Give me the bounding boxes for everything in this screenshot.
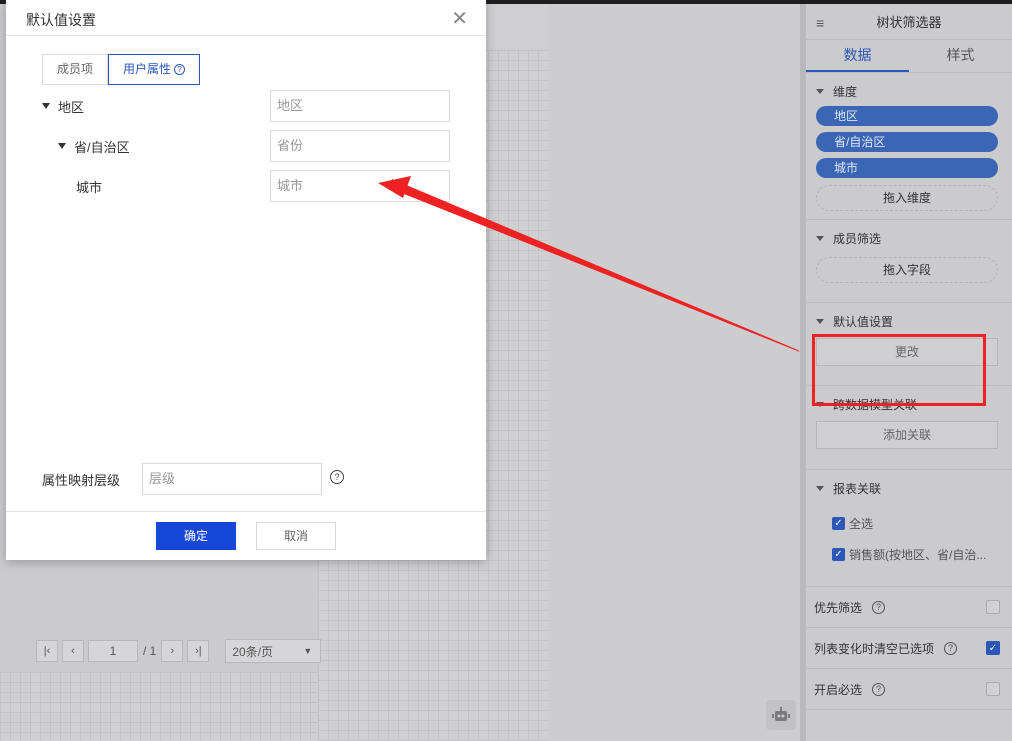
add-link-button[interactable]: 添加关联	[816, 421, 998, 449]
tree-row: 地区 地区	[42, 90, 452, 122]
help-icon[interactable]: ?	[330, 470, 344, 484]
collapse-triangle-icon	[816, 89, 824, 94]
expand-triangle-icon[interactable]	[58, 143, 66, 149]
tree-row: 城市 城市	[42, 170, 452, 202]
cancel-button[interactable]: 取消	[256, 522, 336, 550]
section-default-value-label: 默认值设置	[833, 315, 894, 329]
page-size-select[interactable]: 20条/页 ▼	[225, 639, 322, 663]
annotation-highlight-box	[812, 334, 986, 406]
page-total: / 1	[143, 644, 157, 658]
tab-user-attributes-label: 用户属性	[123, 62, 172, 76]
caret-down-icon: ▼	[303, 646, 313, 656]
section-dimension-label: 维度	[833, 85, 858, 99]
expand-triangle-icon[interactable]	[42, 103, 50, 109]
tree-row: 省/自治区 省份	[42, 130, 452, 162]
dimension-chip[interactable]: 地区	[816, 106, 998, 126]
tree-node[interactable]: 城市	[76, 177, 102, 196]
attribute-input[interactable]: 省份	[270, 130, 450, 162]
report-item[interactable]: ✓ 销售额(按地区、省/自治...	[832, 546, 1004, 563]
tab-data[interactable]: 数据	[806, 40, 909, 72]
help-icon[interactable]: ?	[872, 600, 886, 614]
section-member-filter: 成员筛选 拖入字段	[806, 220, 1012, 303]
canvas-area	[548, 4, 800, 741]
drop-field-zone[interactable]: 拖入字段	[816, 257, 998, 283]
option-clear-on-change: 列表变化时清空已选项 ? ✓	[806, 628, 1012, 669]
report-select-all[interactable]: ✓ 全选	[832, 515, 1004, 532]
level-label: 属性映射层级	[42, 473, 121, 488]
option-priority-filter: 优先筛选 ?	[806, 587, 1012, 628]
checkbox-checked-icon[interactable]: ✓	[832, 517, 845, 530]
panel-header: ≡ 树状筛选器	[806, 4, 1012, 40]
help-icon[interactable]: ?	[174, 64, 186, 76]
panel-title: 树状筛选器	[876, 15, 942, 30]
tab-style[interactable]: 样式	[909, 40, 1012, 72]
robot-icon[interactable]	[766, 700, 796, 730]
last-page-icon[interactable]: ›|	[187, 640, 210, 662]
section-report-link-label: 报表关联	[833, 482, 882, 496]
collapse-triangle-icon	[816, 486, 824, 491]
section-report-link: 报表关联 ✓ 全选 ✓ 销售额(按地区、省/自治...	[806, 470, 1012, 587]
checkbox-unchecked[interactable]	[986, 682, 1000, 696]
tree-node-label: 城市	[76, 179, 103, 195]
section-member-filter-title[interactable]: 成员筛选	[816, 230, 1004, 247]
panel-tabs: 数据 样式	[806, 40, 1012, 73]
page-size-value: 20条/页	[232, 644, 274, 659]
close-icon[interactable]: ✕	[451, 6, 468, 31]
dimension-chip[interactable]: 城市	[816, 158, 998, 178]
collapse-triangle-icon	[816, 319, 824, 324]
drop-dimension-zone[interactable]: 拖入维度	[816, 185, 998, 211]
canvas-grid-bottom	[0, 672, 318, 741]
prev-page-icon[interactable]: ‹	[62, 640, 84, 662]
option-label: 优先筛选	[814, 600, 863, 615]
option-label: 列表变化时清空已选项	[814, 641, 935, 656]
tree-node[interactable]: 地区	[42, 97, 84, 116]
dialog-title: 默认值设置	[26, 12, 96, 28]
level-input[interactable]: 层级	[142, 463, 322, 495]
next-page-icon[interactable]: ›	[161, 640, 184, 662]
report-item-label: 销售额(按地区、省/自治...	[849, 548, 987, 562]
attribute-input[interactable]: 城市	[270, 170, 450, 202]
option-required: 开启必选 ?	[806, 669, 1012, 710]
confirm-button[interactable]: 确定	[156, 522, 236, 550]
checkbox-unchecked[interactable]	[986, 600, 1000, 614]
help-icon[interactable]: ?	[944, 641, 958, 655]
tree-node[interactable]: 省/自治区	[58, 137, 130, 156]
tree-node-label: 省/自治区	[74, 139, 130, 155]
dialog-footer: 确定 取消	[6, 511, 486, 560]
section-dimension-title[interactable]: 维度	[816, 83, 1004, 100]
default-value-dialog: 默认值设置 ✕ 成员项 用户属性? 地区 地区 省/自治区 省份 城市 城市 属…	[6, 0, 486, 560]
section-dimension: 维度 地区 省/自治区 城市 拖入维度	[806, 73, 1012, 220]
checkbox-checked-icon[interactable]: ✓	[832, 548, 845, 561]
collapse-triangle-icon	[816, 236, 824, 241]
page-input[interactable]: 1	[88, 640, 138, 662]
tab-user-attributes[interactable]: 用户属性?	[108, 54, 201, 85]
option-label: 开启必选	[814, 682, 863, 697]
report-select-all-label: 全选	[849, 517, 874, 531]
checkbox-checked[interactable]: ✓	[986, 641, 1000, 655]
tab-member-items[interactable]: 成员项	[42, 54, 109, 85]
help-icon[interactable]: ?	[872, 682, 886, 696]
dimension-chip[interactable]: 省/自治区	[816, 132, 998, 152]
attribute-input[interactable]: 地区	[270, 90, 450, 122]
first-page-icon[interactable]: |‹	[36, 640, 58, 662]
dialog-tabs: 成员项 用户属性?	[42, 54, 201, 85]
section-report-link-title[interactable]: 报表关联	[816, 480, 1004, 497]
collapse-menu-icon[interactable]: ≡	[816, 15, 824, 31]
section-default-value-title[interactable]: 默认值设置	[816, 313, 1004, 330]
tree-node-label: 地区	[58, 99, 85, 115]
pagination: |‹ ‹ 1 / 1 › ›| 20条/页 ▼	[36, 639, 322, 663]
dialog-header: 默认值设置 ✕	[6, 0, 486, 36]
section-member-filter-label: 成员筛选	[833, 232, 882, 246]
